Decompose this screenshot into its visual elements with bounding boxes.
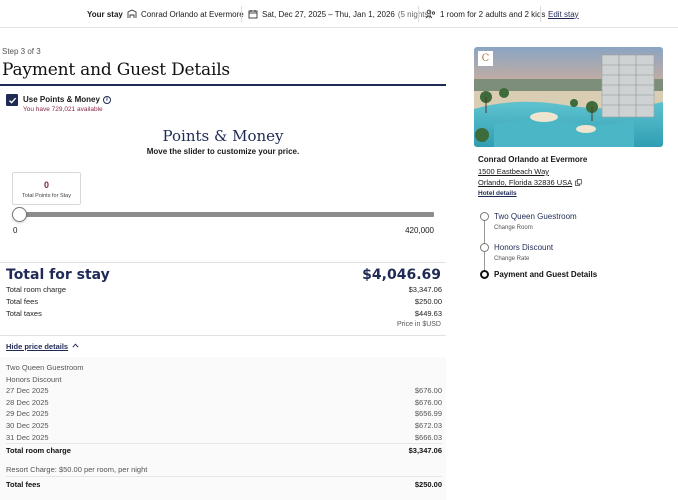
- stay-hotel-name: Conrad Orlando at Evermore: [141, 9, 244, 19]
- total-for-stay-label: Total for stay: [6, 267, 110, 283]
- hotel-name: Conrad Orlando at Evermore: [478, 155, 588, 164]
- timeline-current-step: Payment and Guest Details: [494, 270, 598, 279]
- total-points-box: 0 Total Points for Stay: [12, 172, 81, 205]
- breakdown-fees-total-value: $250.00: [414, 480, 442, 489]
- breakdown-divider: [0, 335, 446, 336]
- room-charge-row: Total room charge $3,347.06: [6, 285, 442, 294]
- night-date: 28 Dec 2025: [6, 398, 49, 407]
- fees-label: Total fees: [6, 297, 39, 306]
- hotel-address-line2[interactable]: Orlando, Florida 32836 USA: [478, 178, 582, 187]
- room-charge-value: $3,347.06: [408, 285, 442, 294]
- fees-row: Total fees $250.00: [6, 297, 442, 306]
- stay-dates: Sat, Dec 27, 2025 – Thu, Jan 1, 2026 (5 …: [248, 0, 431, 28]
- night-price: $656.99: [414, 409, 442, 418]
- total-divider: [0, 262, 446, 263]
- hotel-details-link[interactable]: Hotel details: [478, 190, 517, 197]
- breakdown-line: [6, 443, 442, 444]
- currency-note: Price in $USD: [397, 321, 441, 328]
- change-room-label: Change Room: [494, 225, 533, 231]
- total-for-stay-value: $4,046.69: [362, 267, 441, 283]
- topbar-divider: [241, 6, 242, 22]
- night-date: 29 Dec 2025: [6, 409, 49, 418]
- slider-max-label: 420,000: [405, 226, 434, 235]
- night-row: 28 Dec 2025 $676.00: [6, 398, 442, 407]
- night-date: 30 Dec 2025: [6, 421, 49, 430]
- night-row: 27 Dec 2025 $676.00: [6, 386, 442, 395]
- night-price: $666.03: [414, 433, 442, 442]
- stay-dates-text: Sat, Dec 27, 2025 – Thu, Jan 1, 2026: [262, 9, 395, 19]
- step-indicator: Step 3 of 3: [2, 47, 41, 56]
- night-row: 30 Dec 2025 $672.03: [6, 421, 442, 430]
- timeline-rate-link[interactable]: Honors Discount: [494, 243, 553, 252]
- night-date: 27 Dec 2025: [6, 386, 49, 395]
- page-title: Payment and Guest Details: [2, 60, 230, 80]
- stay-hotel: Conrad Orlando at Evermore: [127, 0, 244, 28]
- topbar-divider: [418, 6, 419, 22]
- copy-icon[interactable]: [575, 179, 582, 186]
- edit-stay-link[interactable]: Edit stay: [548, 0, 579, 28]
- hotel-address-line1[interactable]: 1500 Eastbeach Way: [478, 167, 549, 176]
- night-price: $676.00: [414, 386, 442, 395]
- stay-guests-text: 1 room for 2 adults and 2 kids: [440, 9, 546, 19]
- hotel-address-line2-text: Orlando, Florida 32836 USA: [478, 178, 573, 187]
- breakdown-line: [6, 476, 442, 477]
- points-slider-track[interactable]: [20, 212, 434, 217]
- hide-price-details-link[interactable]: Hide price details: [6, 342, 79, 351]
- title-divider: [0, 84, 446, 86]
- total-points-value: 0: [43, 180, 49, 190]
- breakdown-room-type-text: Two Queen Guestroom: [6, 363, 84, 372]
- timeline-dot: [480, 212, 489, 221]
- night-row: 31 Dec 2025 $666.03: [6, 433, 442, 442]
- your-stay-label: Your stay: [87, 9, 123, 19]
- breakdown-room-total-value: $3,347.06: [408, 446, 442, 455]
- calendar-icon: [248, 9, 258, 19]
- hotel-brand-logo: C: [478, 51, 493, 66]
- breakdown-room-total-label: Total room charge: [6, 446, 71, 455]
- stay-guests: 1 room for 2 adults and 2 kids: [425, 0, 545, 28]
- breakdown-room-type: Two Queen Guestroom: [6, 363, 442, 372]
- points-slider-thumb[interactable]: [12, 207, 27, 222]
- use-points-label[interactable]: Use Points & Money i: [23, 95, 111, 104]
- breakdown-fees-total-label: Total fees: [6, 480, 41, 489]
- resort-charge-row: Resort Charge: $50.00 per room, per nigh…: [6, 465, 442, 474]
- chevron-up-icon: [72, 343, 79, 350]
- taxes-value: $449.63: [414, 309, 442, 318]
- timeline-dot-current: [480, 270, 489, 279]
- taxes-row: Total taxes $449.63: [6, 309, 442, 318]
- night-price: $676.00: [414, 398, 442, 407]
- breakdown-fees-total-row: Total fees $250.00: [6, 480, 442, 489]
- topbar-divider: [540, 6, 541, 22]
- change-rate-label: Change Rate: [494, 256, 530, 262]
- night-row: 29 Dec 2025 $656.99: [6, 409, 442, 418]
- night-price: $672.03: [414, 421, 442, 430]
- timeline-room-link[interactable]: Two Queen Guestroom: [494, 212, 577, 221]
- info-icon[interactable]: i: [102, 95, 111, 104]
- breakdown-rate-text: Honors Discount: [6, 375, 62, 384]
- hotel-icon: [127, 9, 137, 19]
- hotel-photo: [474, 47, 663, 147]
- use-points-text: Use Points & Money: [23, 95, 100, 104]
- points-money-title: Points & Money: [162, 127, 284, 145]
- use-points-checkbox[interactable]: [6, 94, 18, 106]
- points-available: You have 729,021 available: [23, 106, 103, 113]
- slider-min-label: 0: [13, 226, 18, 235]
- room-charge-label: Total room charge: [6, 285, 67, 294]
- night-date: 31 Dec 2025: [6, 433, 49, 442]
- timeline-dot: [480, 243, 489, 252]
- resort-charge-text: Resort Charge: $50.00 per room, per nigh…: [6, 465, 148, 474]
- total-points-label: Total Points for Stay: [22, 193, 71, 199]
- breakdown-room-total-row: Total room charge $3,347.06: [6, 446, 442, 455]
- guests-icon: [425, 9, 436, 19]
- checkmark-icon: [8, 97, 16, 104]
- breakdown-rate: Honors Discount: [6, 375, 442, 384]
- fees-value: $250.00: [414, 297, 442, 306]
- hide-price-details-text: Hide price details: [6, 342, 69, 351]
- taxes-label: Total taxes: [6, 309, 42, 318]
- stay-summary-bar: Your stay Conrad Orlando at Evermore Sat…: [0, 0, 678, 28]
- points-money-instruction: Move the slider to customize your price.: [146, 147, 300, 156]
